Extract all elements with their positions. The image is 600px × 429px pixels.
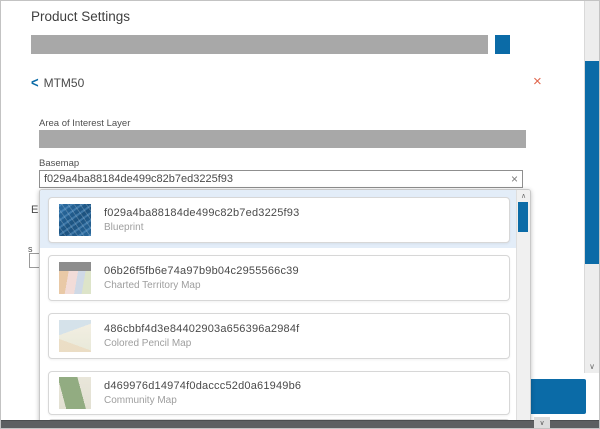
- redacted-field-top[interactable]: [31, 35, 488, 54]
- blueprint-thumbnail: [59, 204, 91, 236]
- option-id: f029a4ba88184de499c82b7ed3225f93: [104, 207, 299, 219]
- basemap-option-colored-pencil[interactable]: 486cbbf4d3e84402903a656396a2984f Colored…: [48, 313, 510, 359]
- clear-input-icon[interactable]: ×: [511, 172, 518, 186]
- option-id: d469976d14974f0daccc52d0a61949b6: [104, 380, 301, 392]
- back-link[interactable]: < MTM50: [31, 75, 84, 90]
- scroll-up-icon[interactable]: ∧: [517, 190, 530, 201]
- option-name: Colored Pencil Map: [104, 338, 299, 349]
- primary-action-button[interactable]: [524, 379, 586, 414]
- option-texts: d469976d14974f0daccc52d0a61949b6 Communi…: [104, 380, 301, 406]
- field-action-button[interactable]: [495, 35, 510, 54]
- scroll-down-icon[interactable]: ∨: [534, 417, 550, 428]
- main-scrollbar-thumb[interactable]: [585, 61, 599, 264]
- aoi-layer-field-redacted[interactable]: [39, 130, 526, 148]
- bottom-dark-bar: [1, 420, 599, 429]
- product-settings-window: Product Settings ∨ < MTM50 × Area of Int…: [0, 0, 600, 429]
- option-name: Community Map: [104, 395, 301, 406]
- hidden-label-fragment-e: E: [31, 204, 38, 216]
- basemap-dropdown-list: f029a4ba88184de499c82b7ed3225f93 Bluepri…: [39, 189, 531, 429]
- charted-territory-thumbnail: [59, 262, 91, 294]
- option-id: 486cbbf4d3e84402903a656396a2984f: [104, 323, 299, 335]
- option-texts: 06b26f5fb6e74a97b9b04c2955566c39 Charted…: [104, 265, 299, 291]
- option-texts: f029a4ba88184de499c82b7ed3225f93 Bluepri…: [104, 207, 299, 233]
- close-icon[interactable]: ×: [533, 75, 542, 89]
- basemap-option-blueprint[interactable]: f029a4ba88184de499c82b7ed3225f93 Bluepri…: [48, 197, 510, 243]
- main-scrollbar-track[interactable]: ∨: [584, 1, 599, 373]
- option-name: Blueprint: [104, 222, 299, 233]
- dropdown-scrollbar-thumb[interactable]: [518, 202, 528, 232]
- back-label: MTM50: [44, 76, 85, 90]
- aoi-layer-label: Area of Interest Layer: [39, 118, 130, 129]
- basemap-input[interactable]: [39, 170, 523, 188]
- page-title: Product Settings: [31, 9, 130, 24]
- basemap-option-community[interactable]: d469976d14974f0daccc52d0a61949b6 Communi…: [48, 371, 510, 415]
- dropdown-scrollbar-track[interactable]: ∧: [516, 190, 530, 429]
- chevron-left-icon: <: [31, 74, 39, 91]
- option-texts: 486cbbf4d3e84402903a656396a2984f Colored…: [104, 323, 299, 349]
- option-name: Charted Territory Map: [104, 280, 299, 291]
- basemap-option-charted-territory[interactable]: 06b26f5fb6e74a97b9b04c2955566c39 Charted…: [48, 255, 510, 301]
- option-id: 06b26f5fb6e74a97b9b04c2955566c39: [104, 265, 299, 277]
- scroll-down-icon[interactable]: ∨: [585, 359, 599, 373]
- community-thumbnail: [59, 377, 91, 409]
- basemap-label: Basemap: [39, 158, 79, 169]
- colored-pencil-thumbnail: [59, 320, 91, 352]
